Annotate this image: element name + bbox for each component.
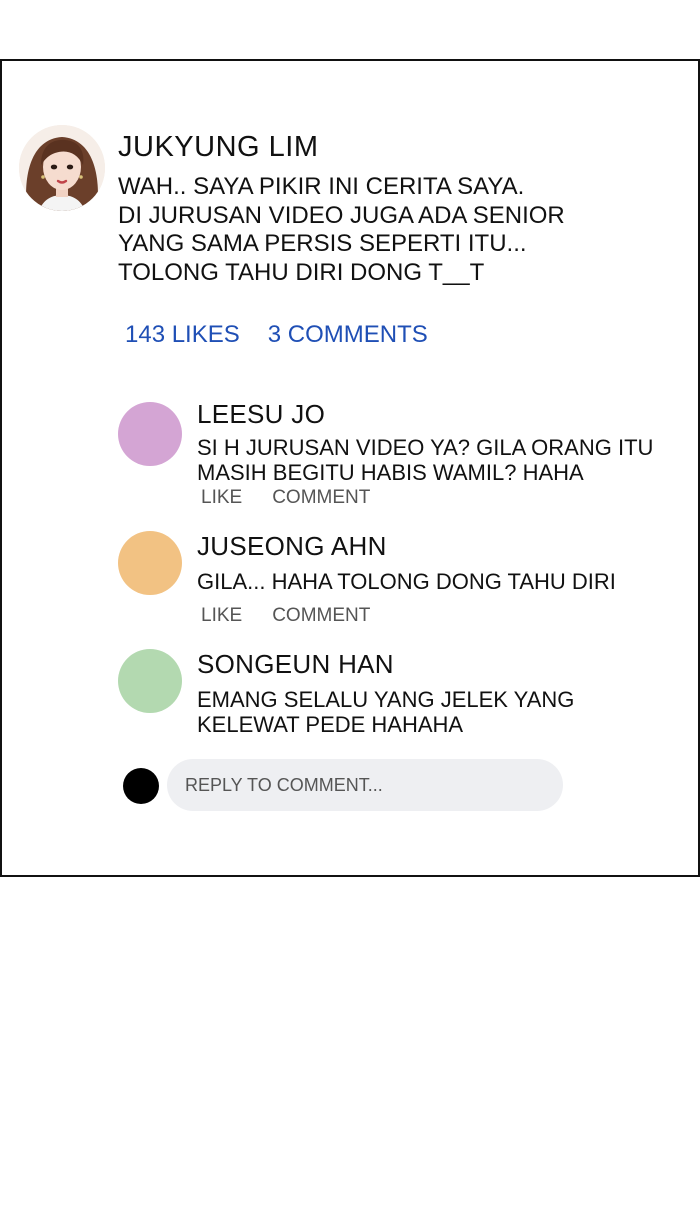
- reply-input[interactable]: [167, 759, 563, 811]
- post-text-line: DI JURUSAN VIDEO JUGA ADA SENIOR: [118, 201, 565, 229]
- comment-text-line: EMANG SELALU YANG JELEK YANG: [197, 687, 575, 712]
- commenter-name[interactable]: SONGEUN HAN: [197, 649, 394, 680]
- comments-count-link[interactable]: 3 COMMENTS: [268, 321, 428, 348]
- commenter-name[interactable]: LEESU JO: [197, 399, 325, 430]
- post-stats: 143 LIKES 3 COMMENTS: [125, 321, 428, 349]
- comment-text-line: MASIH BEGITU HABIS WAMIL? HAHA: [197, 460, 584, 485]
- comment-text: GILA... HAHA TOLONG DONG TAHU DIRI: [197, 569, 616, 594]
- post-text-line: YANG SAMA PERSIS SEPERTI ITU...: [118, 230, 527, 257]
- comment-reply-button[interactable]: COMMENT: [272, 605, 370, 626]
- comment-text-line: GILA... HAHA TOLONG DONG TAHU DIRI: [197, 569, 616, 594]
- comment-like-button[interactable]: LIKE: [201, 605, 242, 626]
- comment-text: SI H JURUSAN VIDEO YA? GILA ORANG ITU MA…: [197, 435, 653, 485]
- commenter-avatar[interactable]: [118, 649, 182, 713]
- comment-text-line: KELEWAT PEDE HAHAHA: [197, 712, 464, 737]
- post-card: JUKYUNG LIM WAH.. SAYA PIKIR INI CERITA …: [0, 59, 700, 877]
- post-text-line: WAH.. SAYA PIKIR INI CERITA SAYA.: [118, 173, 525, 200]
- post-author-name[interactable]: JUKYUNG LIM: [118, 131, 318, 164]
- comment-text-line: SI H JURUSAN VIDEO YA? GILA ORANG ITU: [197, 435, 654, 460]
- comment-item: LEESU JO SI H JURUSAN VIDEO YA? GILA ORA…: [118, 399, 678, 509]
- post-author-avatar[interactable]: [19, 125, 105, 211]
- reply-user-avatar: [123, 768, 159, 804]
- comment-reply-button[interactable]: COMMENT: [272, 487, 370, 508]
- commenter-avatar[interactable]: [118, 402, 182, 466]
- likes-count-link[interactable]: 143 LIKES: [125, 321, 240, 348]
- comment-like-button[interactable]: LIKE: [201, 487, 242, 508]
- post-text-line: TOLONG TAHU DIRI DONG T__T: [118, 258, 485, 286]
- commenter-avatar[interactable]: [118, 531, 182, 595]
- woman-portrait-icon: [19, 125, 105, 211]
- post-text: WAH.. SAYA PIKIR INI CERITA SAYA. DI JUR…: [118, 173, 678, 287]
- commenter-name[interactable]: JUSEONG AHN: [197, 531, 387, 562]
- comment-text: EMANG SELALU YANG JELEK YANG KELEWAT PED…: [197, 687, 574, 737]
- comment-item: JUSEONG AHN GILA... HAHA TOLONG DONG TAH…: [118, 531, 678, 631]
- comment-actions: LIKE COMMENT: [201, 605, 370, 627]
- comment-item: SONGEUN HAN EMANG SELALU YANG JELEK YANG…: [118, 649, 678, 739]
- comment-actions: LIKE COMMENT: [201, 487, 370, 509]
